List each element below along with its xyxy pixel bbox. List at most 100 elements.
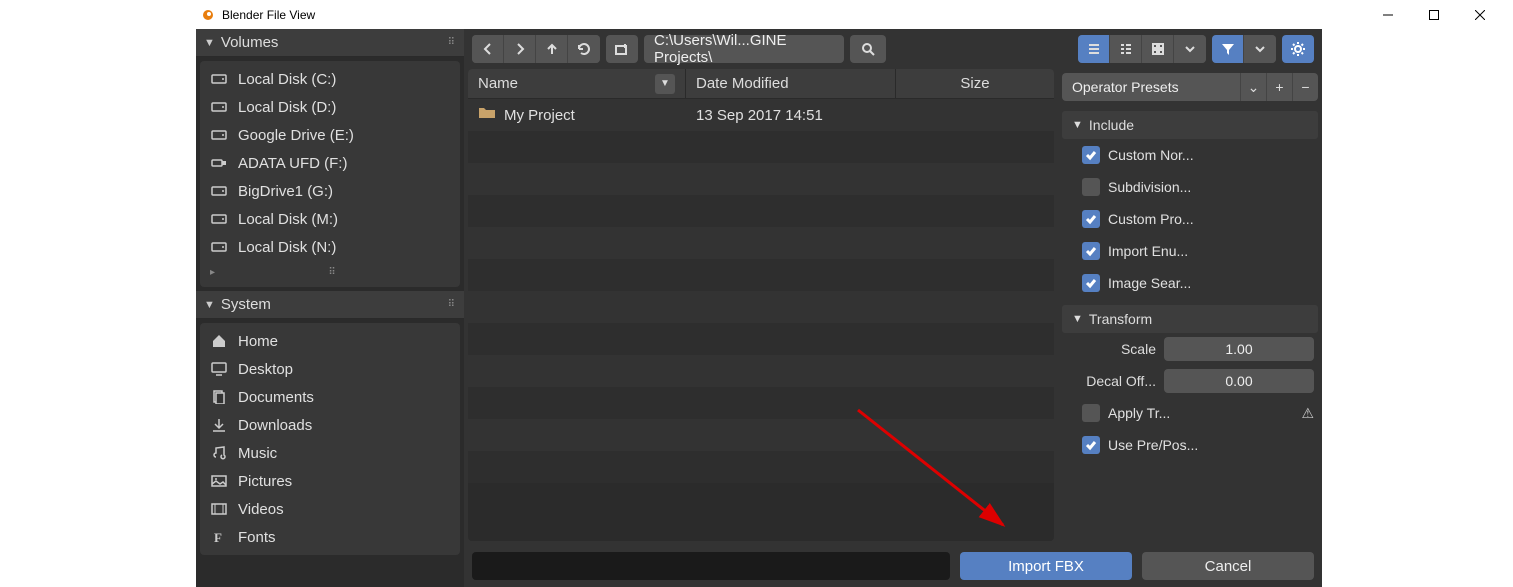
pictures-icon (210, 474, 228, 488)
volume-item[interactable]: Local Disk (M:) (200, 205, 460, 233)
window-titlebar: Blender File View (0, 0, 1513, 29)
include-option[interactable]: Import Enu... (1062, 235, 1318, 267)
list-item-label: Fonts (238, 529, 276, 546)
file-name: My Project (504, 107, 575, 124)
forward-button[interactable] (504, 35, 536, 63)
add-preset-button[interactable]: + (1266, 73, 1292, 101)
include-option[interactable]: Custom Pro... (1062, 203, 1318, 235)
documents-icon (210, 390, 228, 404)
download-icon (210, 418, 228, 432)
list-item-label: Downloads (238, 417, 312, 434)
transform-option[interactable]: Apply Tr...⚠ (1062, 397, 1318, 429)
system-item[interactable]: Music (200, 439, 460, 467)
home-icon (210, 334, 228, 348)
include-option[interactable]: Custom Nor... (1062, 139, 1318, 171)
include-section-header[interactable]: ▼ Include (1062, 111, 1318, 139)
list-item-label: Home (238, 333, 278, 350)
search-button[interactable] (850, 35, 886, 63)
include-option[interactable]: Subdivision... (1062, 171, 1318, 203)
volume-item[interactable]: ADATA UFD (F:) (200, 149, 460, 177)
disk-icon (210, 72, 228, 86)
system-item[interactable]: Desktop (200, 355, 460, 383)
close-button[interactable] (1457, 0, 1503, 29)
system-item[interactable]: Documents (200, 383, 460, 411)
volume-item[interactable]: BigDrive1 (G:) (200, 177, 460, 205)
disclosure-triangle-icon: ▼ (204, 37, 215, 49)
checkbox-icon (1082, 242, 1100, 260)
column-name[interactable]: Name▼ (468, 69, 686, 98)
option-label: Image Sear... (1108, 275, 1314, 291)
volume-item[interactable]: Local Disk (C:) (200, 65, 460, 93)
include-option[interactable]: Image Sear... (1062, 267, 1318, 299)
filter-button[interactable] (1212, 35, 1244, 63)
column-size[interactable]: Size (896, 69, 1054, 98)
chevron-down-icon[interactable]: ⌄ (1240, 73, 1266, 101)
volumes-header[interactable]: ▼ Volumes ⠿ (196, 29, 464, 57)
maximize-button[interactable] (1411, 0, 1457, 29)
file-row (468, 259, 1054, 291)
file-row[interactable]: My Project 13 Sep 2017 14:51 (468, 99, 1054, 131)
view-list-button[interactable] (1078, 35, 1110, 63)
volumes-body: Local Disk (C:) Local Disk (D:) Google Dri… (196, 57, 464, 291)
list-item-label: Desktop (238, 361, 293, 378)
column-date[interactable]: Date Modified (686, 69, 896, 98)
system-item[interactable]: Home (200, 327, 460, 355)
list-item-label: BigDrive1 (G:) (238, 183, 333, 200)
transform-section-header[interactable]: ▼ Transform (1062, 305, 1318, 333)
operator-presets-dropdown[interactable]: Operator Presets ⌄ + − (1062, 73, 1318, 101)
view-options-dropdown[interactable] (1174, 35, 1206, 63)
path-input[interactable]: C:\Users\Wil...GINE Projects\ (644, 35, 844, 63)
option-label: Import Enu... (1108, 243, 1314, 259)
cancel-button[interactable]: Cancel (1142, 552, 1314, 580)
system-item[interactable]: Downloads (200, 411, 460, 439)
scale-input[interactable]: 1.00 (1164, 337, 1314, 361)
list-item-label: Local Disk (M:) (238, 211, 338, 228)
option-label: Custom Pro... (1108, 211, 1314, 227)
transform-option[interactable]: Use Pre/Pos... (1062, 429, 1318, 461)
system-header[interactable]: ▼ System ⠿ (196, 291, 464, 319)
bottom-bar: Import FBX Cancel (464, 545, 1322, 587)
disk-icon (210, 100, 228, 114)
filename-input[interactable] (472, 552, 950, 580)
desktop-icon (210, 362, 228, 376)
volume-item[interactable]: Local Disk (N:) (200, 233, 460, 261)
back-button[interactable] (472, 35, 504, 63)
volumes-label: Volumes (221, 34, 279, 51)
toolbar: C:\Users\Wil...GINE Projects\ (464, 29, 1322, 69)
view-grid-button[interactable] (1142, 35, 1174, 63)
minimize-button[interactable] (1365, 0, 1411, 29)
list-item-label: Documents (238, 389, 314, 406)
import-button[interactable]: Import FBX (960, 552, 1132, 580)
music-icon (210, 446, 228, 460)
operator-panel: Operator Presets ⌄ + − ▼ Include Custom … (1058, 69, 1322, 545)
settings-button[interactable] (1282, 35, 1314, 63)
system-item[interactable]: Pictures (200, 467, 460, 495)
file-date: 13 Sep 2017 14:51 (686, 107, 896, 124)
sort-dropdown-icon[interactable]: ▼ (655, 74, 675, 94)
system-item[interactable]: Videos (200, 495, 460, 523)
disclosure-triangle-icon: ▼ (1072, 313, 1083, 325)
file-row (468, 163, 1054, 195)
file-list: Name▼ Date Modified Size My Project 13 Se… (468, 69, 1054, 541)
volume-item[interactable]: Google Drive (E:) (200, 121, 460, 149)
volume-item[interactable]: Local Disk (D:) (200, 93, 460, 121)
file-row (468, 355, 1054, 387)
option-label: Subdivision... (1108, 179, 1314, 195)
filter-dropdown[interactable] (1244, 35, 1276, 63)
file-row (468, 387, 1054, 419)
warning-icon: ⚠ (1301, 405, 1314, 422)
refresh-button[interactable] (568, 35, 600, 63)
decal-label: Decal Off... (1066, 373, 1156, 389)
expand-icon[interactable]: ▸ (210, 267, 215, 278)
main-area: C:\Users\Wil...GINE Projects\ Name▼ Date… (464, 29, 1322, 587)
system-item[interactable]: FFonts (200, 523, 460, 551)
drag-handle-icon[interactable]: ⠿ (448, 299, 456, 310)
view-detail-button[interactable] (1110, 35, 1142, 63)
drag-handle-icon[interactable]: ⠿ (448, 37, 456, 48)
list-item-label: Local Disk (D:) (238, 99, 336, 116)
new-folder-button[interactable] (606, 35, 638, 63)
remove-preset-button[interactable]: − (1292, 73, 1318, 101)
decal-input[interactable]: 0.00 (1164, 369, 1314, 393)
window-title: Blender File View (222, 8, 315, 22)
parent-button[interactable] (536, 35, 568, 63)
